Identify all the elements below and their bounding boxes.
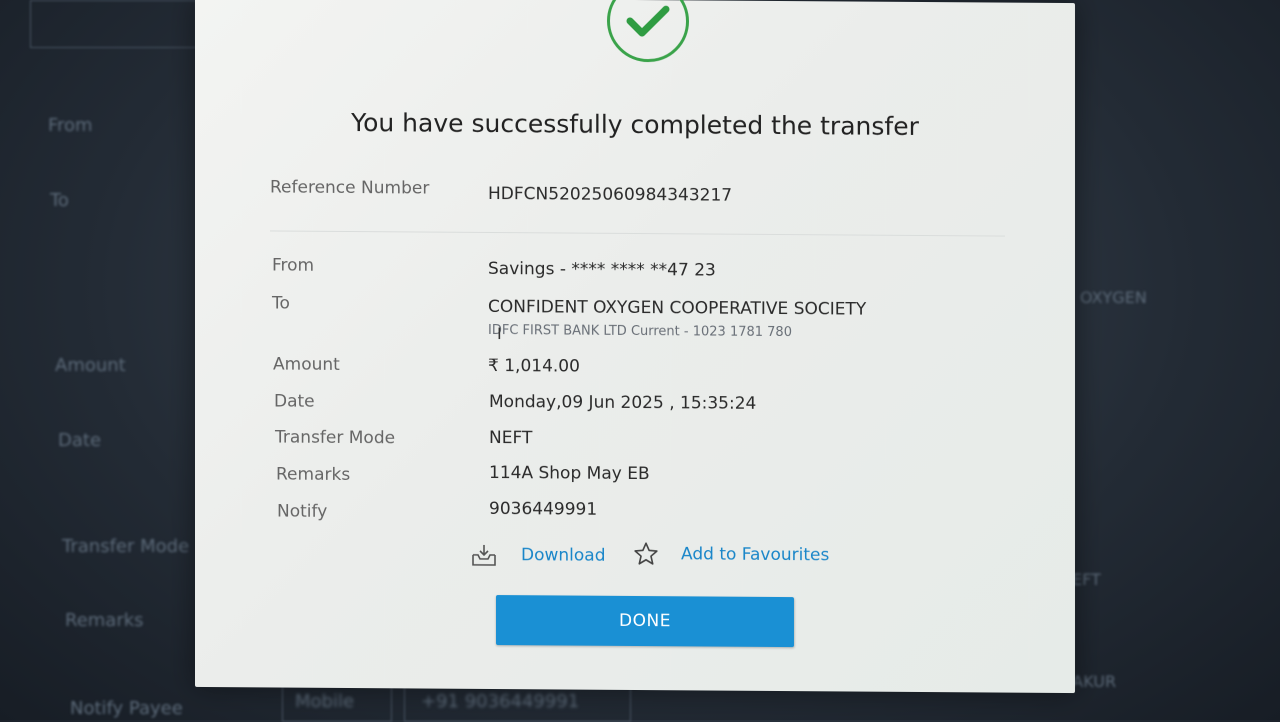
from-value: Savings - **** **** **47 23 <box>488 258 716 281</box>
bg-mobile-select[interactable]: Mobile <box>282 684 392 722</box>
bg-notify-label: Notify Payee <box>70 698 183 719</box>
divider <box>270 230 1005 237</box>
transfer-mode-label: Transfer Mode <box>275 427 396 449</box>
download-link[interactable]: Download <box>471 543 606 568</box>
reference-number-value: HDFCN52025060984343217 <box>488 183 733 206</box>
notify-value: 9036449991 <box>489 498 598 520</box>
bg-date-label: Date <box>58 430 102 451</box>
reference-number-label: Reference Number <box>270 177 430 199</box>
success-check-icon <box>607 0 689 63</box>
text-cursor-icon: I <box>497 324 502 344</box>
add-to-favourites-label[interactable]: Add to Favourites <box>681 544 829 565</box>
to-payee-name: CONFIDENT OXYGEN COOPERATIVE SOCIETY <box>488 296 867 320</box>
to-label: To <box>272 293 290 314</box>
done-button[interactable]: DONE <box>496 595 794 648</box>
bg-mobile-input-value: +91 9036449991 <box>421 691 580 712</box>
bg-header-tab <box>30 0 197 48</box>
remarks-label: Remarks <box>276 464 351 486</box>
transfer-mode-value: NEFT <box>489 427 533 449</box>
success-title: You have successfully completed the tran… <box>351 108 919 141</box>
bg-payee-text: OXYGEN <box>1080 288 1147 307</box>
from-label: From <box>272 255 315 276</box>
transfer-success-dialog: You have successfully completed the tran… <box>195 0 1075 694</box>
star-icon <box>633 541 659 567</box>
to-account-details: IDFC FIRST BANK LTD Current - 1023 1781 … <box>488 322 792 341</box>
bg-mode-label: Transfer Mode <box>62 536 190 557</box>
download-icon <box>471 543 497 567</box>
bg-remarks-label: Remarks <box>65 610 144 631</box>
bg-to-label: To <box>50 190 69 211</box>
add-to-favourites-link[interactable]: Add to Favourites <box>633 541 829 568</box>
bg-from-label: From <box>48 115 93 136</box>
remarks-value: 114A Shop May EB <box>489 462 650 485</box>
notify-label: Notify <box>277 501 328 522</box>
download-label[interactable]: Download <box>521 545 606 566</box>
bg-mobile-select-label: Mobile <box>295 691 355 712</box>
date-label: Date <box>274 391 315 412</box>
date-value: Monday,09 Jun 2025 , 15:35:24 <box>489 391 757 414</box>
bg-amount-label: Amount <box>55 355 126 376</box>
amount-value: ₹ 1,014.00 <box>488 355 580 377</box>
amount-label: Amount <box>273 354 340 375</box>
